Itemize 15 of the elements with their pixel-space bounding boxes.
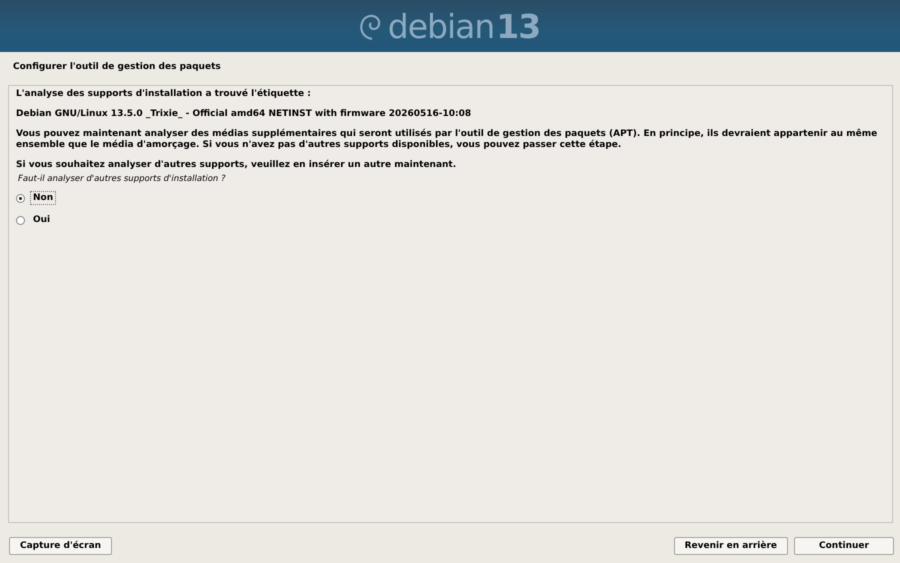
paragraph-text: L'analyse des supports d'installation a trouvé l'étiquette :: [16, 89, 312, 100]
version-text: 13: [496, 10, 540, 42]
option-label[interactable]: Non: [30, 191, 56, 205]
radio-button[interactable]: [16, 194, 25, 202]
action-button[interactable]: Capture d'écran: [9, 537, 112, 555]
paragraph-text: Debian GNU/Linux 13.5.0 _Trixie_ - Official amd64 NETINST with firmware 20260516-10:08: [16, 109, 472, 120]
option-label[interactable]: Oui: [30, 213, 54, 227]
logo-text: debian: [388, 10, 494, 42]
paragraph-text: Vous pouvez maintenant analyser des médias supplémentaires qui seront utilisés par l'outil de gestion des paquets (APT). En principe, ils devraient appartenir au même ensemble que le média d'amorçage. Si vous n'avez pas d'autres supports disponibles, vous pouvez passer cette étape.: [16, 129, 878, 151]
question-text: Faut-il analyser d'autres supports d'installation ?: [18, 174, 227, 184]
radio-button[interactable]: [16, 216, 25, 224]
action-button[interactable]: Continuer: [794, 537, 894, 555]
paragraph-text: Si vous souhaitez analyser d'autres supports, veuillez en insérer un autre maintenant.: [16, 160, 458, 171]
action-button[interactable]: Revenir en arrière: [674, 537, 788, 555]
page-title: Configurer l'outil de gestion des paquets: [12, 61, 222, 74]
